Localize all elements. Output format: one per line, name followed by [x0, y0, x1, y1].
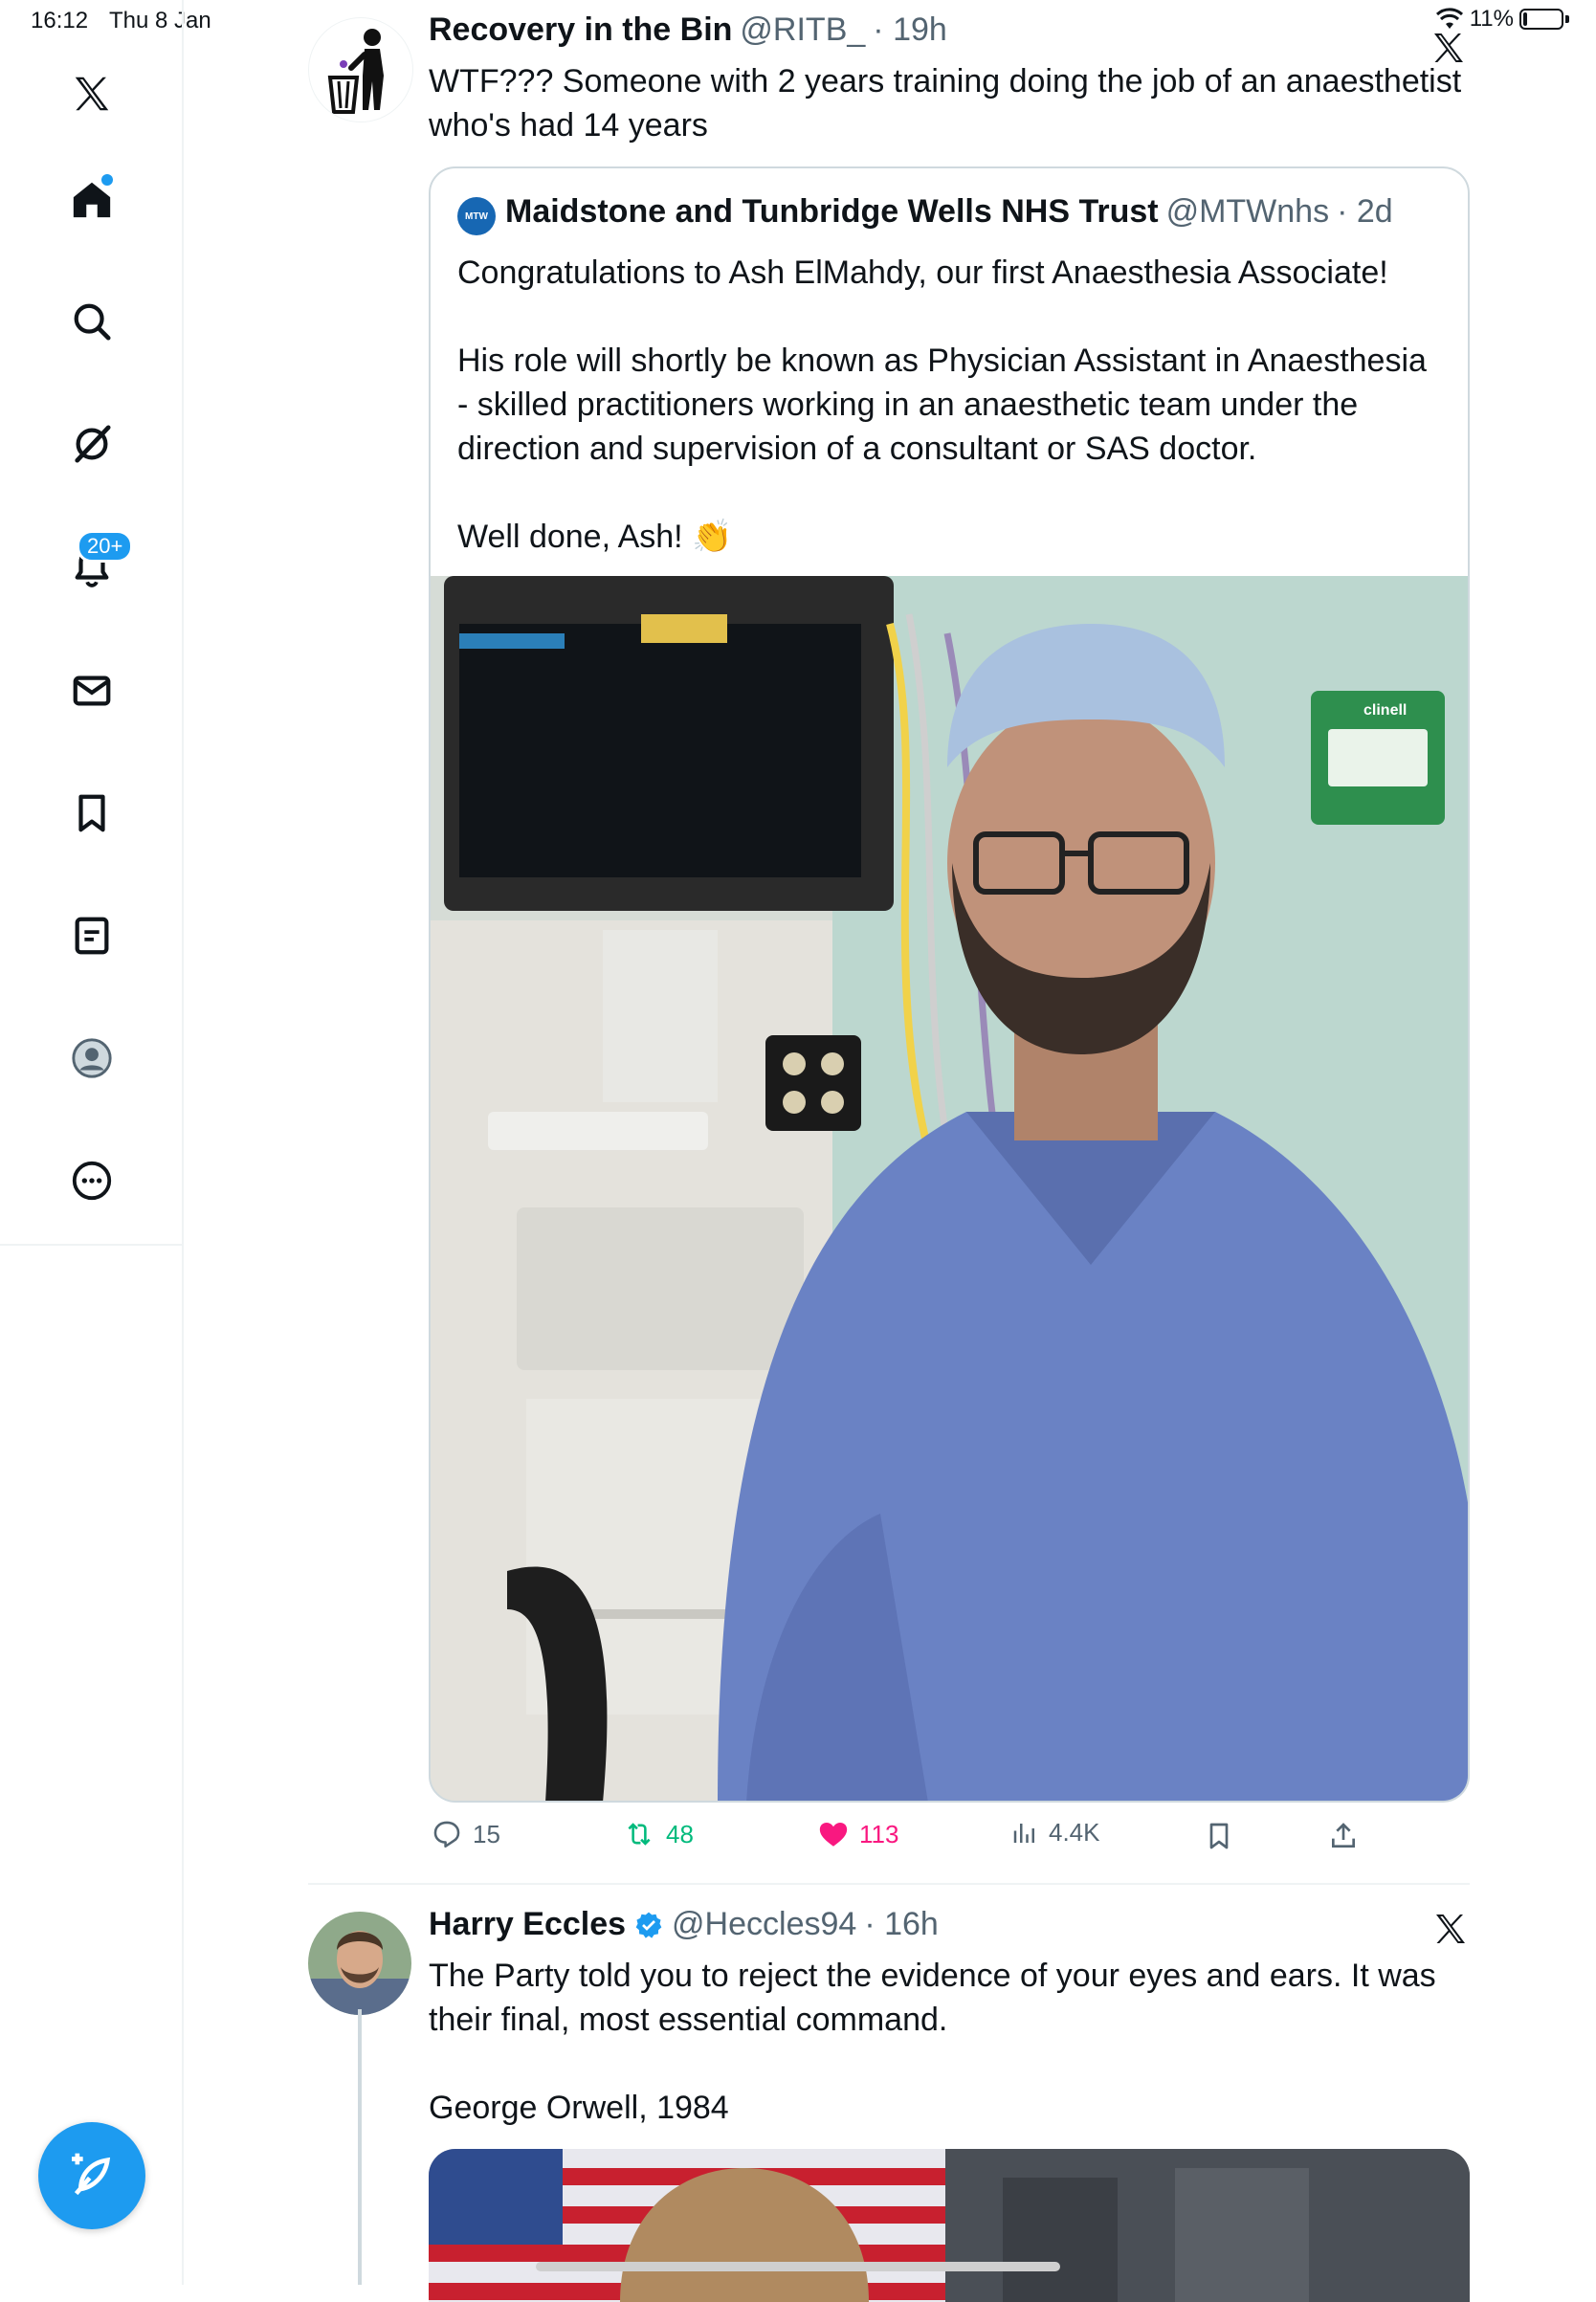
sidebar-divider	[0, 1244, 184, 1246]
tweet-header: Recovery in the Bin @RITB_ · 19h	[429, 11, 947, 49]
quote-header: Maidstone and Tunbridge Wells NHS Trust …	[505, 193, 1393, 231]
battery-icon	[1519, 9, 1563, 30]
author-handle[interactable]: @RITB_	[740, 11, 865, 49]
bookmark-icon	[1209, 1823, 1229, 1849]
quote-time: · 2d	[1337, 193, 1393, 230]
tweet-media[interactable]	[429, 2149, 1470, 2302]
tweet-divider	[308, 1883, 1470, 1885]
lists-icon[interactable]	[54, 897, 130, 974]
tweet-text-line: who's had 14 years	[429, 107, 708, 144]
quote-photo[interactable]: clinell	[431, 576, 1468, 1801]
share-button[interactable]	[1328, 1820, 1359, 1857]
tweet-text-line: WTF??? Someone with 2 years training doi…	[429, 63, 1462, 100]
photo-label-clinell: clinell	[1363, 702, 1407, 719]
quote-text: Congratulations to Ash ElMahdy, our firs…	[457, 251, 1452, 559]
tweet-text-line: their final, most essential command.	[429, 2002, 948, 2038]
media-photo	[429, 2149, 1470, 2302]
anaesthetist-photo: clinell	[431, 576, 1468, 1801]
author-avatar[interactable]	[308, 17, 413, 122]
tweet-text-line: George Orwell, 1984	[429, 2090, 729, 2126]
home-unread-dot	[101, 174, 113, 186]
battery-percent: 11%	[1469, 6, 1514, 32]
tweet-header: Harry Eccles @Heccles94 · 16h	[429, 1906, 939, 1943]
notifications-badge: 20+	[77, 530, 134, 563]
wifi-icon	[1435, 8, 1463, 29]
notifications-icon[interactable]: 20+	[54, 528, 134, 605]
quote-author-name: Maidstone and Tunbridge Wells NHS Trust	[505, 193, 1159, 230]
views-count: 4.4K	[1049, 1818, 1100, 1847]
tweet-text-line: The Party told you to reject the evidenc…	[429, 1958, 1436, 1994]
author-name[interactable]: Recovery in the Bin	[429, 11, 732, 49]
quote-text-line: - skilled practitioners working in an an…	[457, 387, 1359, 423]
reply-count: 15	[473, 1819, 500, 1848]
repost-button[interactable]: 48	[622, 1818, 694, 1850]
repost-count: 48	[666, 1819, 694, 1848]
profile-icon[interactable]	[54, 1020, 130, 1096]
home-icon[interactable]	[54, 161, 130, 237]
quote-avatar: MTW	[457, 197, 496, 235]
author-name[interactable]: Harry Eccles	[429, 1906, 626, 1943]
quote-text-line: direction and supervision of a consultan…	[457, 431, 1257, 467]
quote-text-line: Well done, Ash! 👏	[457, 519, 733, 555]
thread-line	[358, 2009, 362, 2285]
x-logo-icon	[1431, 1910, 1470, 1953]
quote-text-line: Congratulations to Ash ElMahdy, our firs…	[457, 255, 1388, 291]
views-icon	[1013, 1823, 1034, 1843]
author-avatar[interactable]	[308, 1912, 411, 2015]
compose-button[interactable]	[38, 2122, 145, 2229]
avatar-photo	[308, 1912, 411, 2015]
tweet-text: The Party told you to reject the evidenc…	[429, 1954, 1481, 2130]
heart-filled-icon	[819, 1822, 848, 1847]
grok-icon[interactable]	[54, 406, 130, 482]
share-icon	[1332, 1823, 1355, 1848]
bookmark-button[interactable]	[1204, 1820, 1234, 1857]
views-button[interactable]: 4.4K	[1010, 1818, 1100, 1848]
x-logo-icon[interactable]	[54, 55, 130, 132]
bookmarks-icon[interactable]	[54, 775, 130, 852]
home-indicator[interactable]	[536, 2262, 1060, 2271]
search-icon[interactable]	[54, 283, 130, 360]
quoted-tweet[interactable]: MTW Maidstone and Tunbridge Wells NHS Tr…	[429, 166, 1470, 1803]
compose-icon	[72, 2153, 111, 2196]
quote-author-handle: @MTWnhs	[1165, 193, 1330, 230]
tweet-time[interactable]: · 16h	[864, 1906, 939, 1943]
bin-person-icon	[327, 29, 384, 114]
quote-text-line: His role will shortly be known as Physic…	[457, 343, 1427, 379]
author-handle[interactable]: @Heccles94	[672, 1906, 856, 1943]
reply-button[interactable]: 15	[431, 1818, 500, 1850]
tweet-time[interactable]: · 19h	[873, 11, 947, 49]
like-button[interactable]: 113	[817, 1818, 898, 1850]
verified-badge-icon	[635, 1912, 662, 1938]
like-count: 113	[859, 1819, 899, 1848]
reply-icon	[433, 1821, 460, 1848]
tweet-text: WTF??? Someone with 2 years training doi…	[429, 59, 1481, 147]
messages-icon[interactable]	[54, 653, 130, 729]
more-icon[interactable]	[54, 1142, 130, 1219]
repost-icon	[628, 1823, 651, 1846]
